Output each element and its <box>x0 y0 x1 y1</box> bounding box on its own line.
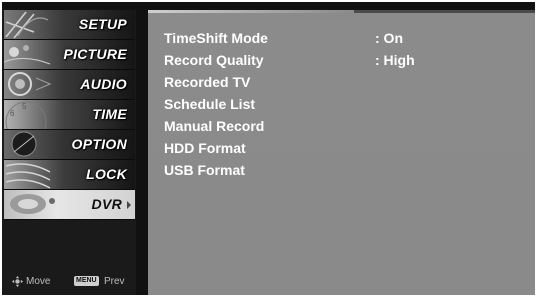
prev-hint-label: Prev <box>104 276 125 287</box>
setting-timeshift-mode[interactable]: TimeShift Mode : On <box>164 27 534 49</box>
tv-menu-screen: SETUP PICTURE AUDIO 6 5 TIME OPTION LOCK… <box>2 2 535 295</box>
sidebar-item-picture[interactable]: PICTURE <box>4 40 135 70</box>
sidebar-item-label: DVR <box>91 196 122 212</box>
sidebar-item-label: OPTION <box>71 136 127 152</box>
setting-recorded-tv[interactable]: Recorded TV <box>164 71 534 93</box>
setting-label: Manual Record <box>164 118 265 134</box>
setting-manual-record[interactable]: Manual Record <box>164 115 534 137</box>
sidebar-item-dvr[interactable]: DVR <box>4 190 135 220</box>
key-hint-footer: Move MENU Prev <box>2 272 136 292</box>
svg-text:6: 6 <box>10 109 15 118</box>
sidebar-item-audio[interactable]: AUDIO <box>4 70 135 100</box>
sidebar-item-time[interactable]: 6 5 TIME <box>4 100 135 130</box>
svg-text:5: 5 <box>22 102 27 111</box>
menu-key-icon: MENU <box>74 276 99 286</box>
sidebar-item-label: PICTURE <box>63 46 127 62</box>
setting-usb-format[interactable]: USB Format <box>164 159 534 181</box>
dvr-settings-panel: TimeShift Mode : On Record Quality : Hig… <box>148 13 535 295</box>
setting-hdd-format[interactable]: HDD Format <box>164 137 534 159</box>
sidebar-item-label: AUDIO <box>80 76 127 92</box>
setting-label: TimeShift Mode <box>164 30 268 46</box>
submenu-arrow-icon <box>127 201 131 209</box>
setting-label: HDD Format <box>164 140 246 156</box>
setting-label: Schedule List <box>164 96 256 112</box>
setting-value: : High <box>375 52 415 68</box>
sidebar-item-label: LOCK <box>86 166 127 182</box>
setting-label: Recorded TV <box>164 74 251 90</box>
setting-value: : On <box>375 30 403 46</box>
settings-list: TimeShift Mode : On Record Quality : Hig… <box>164 27 534 181</box>
menu-sidebar: SETUP PICTURE AUDIO 6 5 TIME OPTION LOCK… <box>2 10 136 295</box>
sidebar-item-label: TIME <box>92 106 127 122</box>
setting-schedule-list[interactable]: Schedule List <box>164 93 534 115</box>
setting-record-quality[interactable]: Record Quality : High <box>164 49 534 71</box>
sidebar-item-setup[interactable]: SETUP <box>4 10 135 40</box>
setting-label: Record Quality <box>164 52 264 68</box>
move-hint-label: Move <box>26 276 51 287</box>
sidebar-item-lock[interactable]: LOCK <box>4 160 135 190</box>
move-arrows-icon <box>12 276 23 287</box>
sidebar-item-label: SETUP <box>78 16 127 32</box>
setting-label: USB Format <box>164 162 245 178</box>
sidebar-item-option[interactable]: OPTION <box>4 130 135 160</box>
